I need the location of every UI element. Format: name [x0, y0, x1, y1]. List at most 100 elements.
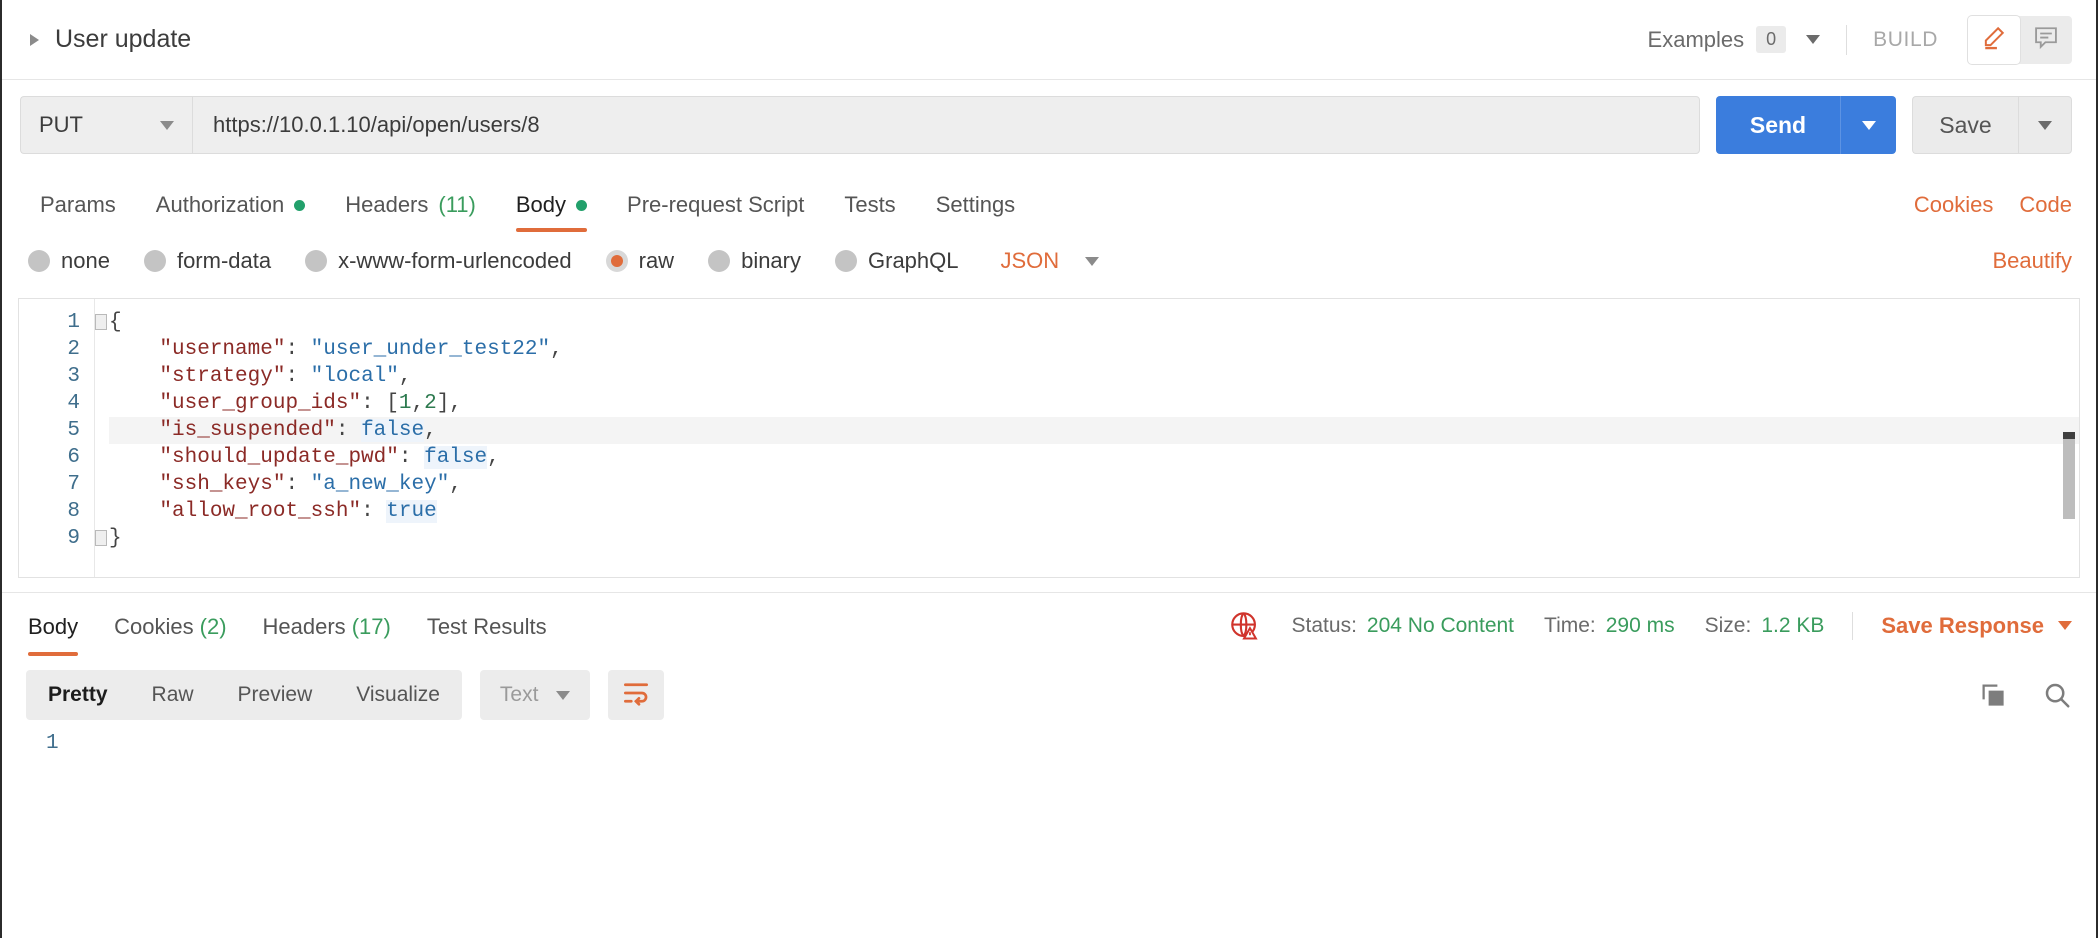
status-dot-icon — [576, 199, 588, 211]
tab-headers[interactable]: Headers (11) — [325, 192, 496, 232]
code-line: "username": "user_under_test22", — [159, 338, 563, 361]
view-visualize[interactable]: Visualize — [334, 670, 462, 720]
chevron-down-icon — [2058, 621, 2072, 630]
tab-label: Pre-request Script — [627, 192, 805, 217]
code-fold-marker[interactable] — [95, 530, 107, 546]
editor-code-area[interactable]: { "username": "user_under_test22", "stra… — [95, 299, 2079, 577]
save-group: Save — [1912, 96, 2072, 154]
pencil-icon — [1980, 23, 2008, 56]
radio-icon — [835, 250, 857, 272]
method-select[interactable]: PUT — [20, 96, 192, 154]
url-bar: PUT https://10.0.1.10/api/open/users/8 S… — [2, 80, 2096, 170]
chevron-down-icon[interactable] — [1806, 35, 1821, 44]
send-button[interactable]: Send — [1716, 96, 1840, 154]
response-tab-headers[interactable]: Headers (17) — [245, 596, 409, 656]
tab-label: Test Results — [426, 613, 547, 639]
page-title: User update — [55, 25, 192, 53]
comment-icon — [2032, 23, 2060, 56]
globe-warning-icon[interactable] — [1228, 609, 1262, 643]
tab-settings[interactable]: Settings — [916, 192, 1036, 232]
save-options-button[interactable] — [2018, 96, 2072, 154]
copy-button[interactable] — [1978, 680, 2008, 710]
body-type-graphql[interactable]: GraphQL — [835, 248, 959, 274]
body-type-label: form-data — [176, 248, 272, 273]
code-line: "user_group_ids": [1,2], — [159, 392, 462, 415]
tab-label: Tests — [844, 192, 896, 217]
tab-pre-request-script[interactable]: Pre-request Script — [607, 192, 824, 232]
tab-label: Cookies — [114, 613, 194, 639]
request-name-group[interactable]: User update — [30, 25, 191, 54]
search-button[interactable] — [2042, 680, 2072, 710]
header-divider — [1846, 24, 1848, 55]
size-label: Size: — [1704, 613, 1752, 637]
body-type-urlencoded[interactable]: x-www-form-urlencoded — [305, 248, 572, 274]
body-type-raw[interactable]: raw — [605, 248, 674, 274]
save-response-label: Save Response — [1881, 612, 2044, 638]
send-options-button[interactable] — [1840, 96, 1896, 154]
code-fold-marker[interactable] — [95, 314, 107, 330]
comment-button[interactable] — [2020, 16, 2072, 64]
line-number: 4 — [67, 392, 80, 415]
response-tab-cookies[interactable]: Cookies (2) — [96, 596, 244, 656]
code-link[interactable]: Code — [2019, 192, 2072, 218]
request-body-editor[interactable]: 1 2 3 4 5 6 7 8 9 { "username": "user_un… — [18, 298, 2080, 578]
tab-label: Params — [40, 192, 116, 217]
body-type-binary[interactable]: binary — [708, 248, 801, 274]
tab-body[interactable]: Body — [496, 192, 607, 232]
editor-scrollbar[interactable] — [2063, 299, 2075, 577]
body-type-label: binary — [741, 248, 801, 273]
response-format-value: Text — [499, 683, 539, 706]
chevron-down-icon — [556, 690, 571, 700]
response-body[interactable]: 1 — [2, 732, 2096, 755]
tab-count: (2) — [199, 613, 227, 639]
time-value: 290 ms — [1605, 613, 1675, 637]
body-type-none[interactable]: none — [28, 248, 110, 274]
status-dot-icon — [294, 199, 306, 211]
line-number: 5 — [67, 419, 80, 442]
url-value: https://10.0.1.10/api/open/users/8 — [213, 112, 540, 137]
beautify-button[interactable]: Beautify — [1993, 248, 2073, 274]
send-group: Send — [1716, 96, 1896, 154]
code-line: "is_suspended": false, — [109, 417, 2079, 444]
response-meta: Status: 204 No Content Time: 290 ms Size… — [1228, 609, 2072, 643]
radio-icon — [28, 250, 50, 272]
size-value: 1.2 KB — [1761, 613, 1825, 637]
status-label: Status: — [1291, 613, 1357, 637]
body-format-select[interactable]: JSON — [1001, 248, 1060, 274]
tab-count: (11) — [438, 192, 476, 217]
tab-tests[interactable]: Tests — [824, 192, 915, 232]
view-raw[interactable]: Raw — [130, 670, 216, 720]
tab-label: Body — [515, 192, 567, 217]
examples-label: Examples — [1647, 26, 1745, 52]
body-type-form-data[interactable]: form-data — [143, 248, 272, 274]
chevron-down-icon[interactable] — [1085, 256, 1100, 266]
response-tab-body[interactable]: Body — [10, 596, 96, 656]
word-wrap-button[interactable] — [608, 670, 665, 720]
line-number: 1 — [67, 311, 80, 334]
editor-scrollbar-thumb[interactable] — [2063, 439, 2075, 519]
code-line: "allow_root_ssh": true — [159, 500, 437, 523]
view-pretty[interactable]: Pretty — [26, 670, 130, 720]
tab-params[interactable]: Params — [20, 192, 136, 232]
response-format-select[interactable]: Text — [479, 670, 591, 720]
url-input[interactable]: https://10.0.1.10/api/open/users/8 — [192, 96, 1700, 154]
view-preview[interactable]: Preview — [216, 670, 335, 720]
response-tab-test-results[interactable]: Test Results — [409, 596, 565, 656]
cookies-link[interactable]: Cookies — [1914, 192, 1993, 218]
radio-icon — [305, 250, 328, 272]
save-button[interactable]: Save — [1912, 96, 2018, 154]
edit-mode-button[interactable] — [1968, 15, 2020, 64]
code-line: "should_update_pwd": false, — [159, 446, 500, 469]
tabs-right-links: Cookies Code — [1914, 192, 2072, 232]
caret-right-icon[interactable] — [30, 33, 39, 46]
line-number: 8 — [67, 500, 80, 523]
status-badge: 204 No Content — [1366, 613, 1515, 637]
line-number: 7 — [67, 473, 80, 496]
radio-icon-selected — [605, 250, 628, 272]
save-response-button[interactable]: Save Response — [1881, 613, 2072, 639]
header-actions: Examples 0 BUILD — [1647, 15, 2072, 64]
radio-icon — [708, 250, 731, 272]
response-toolbar-actions — [1978, 680, 2072, 710]
examples-count-badge: 0 — [1756, 26, 1787, 53]
tab-authorization[interactable]: Authorization — [136, 192, 325, 232]
